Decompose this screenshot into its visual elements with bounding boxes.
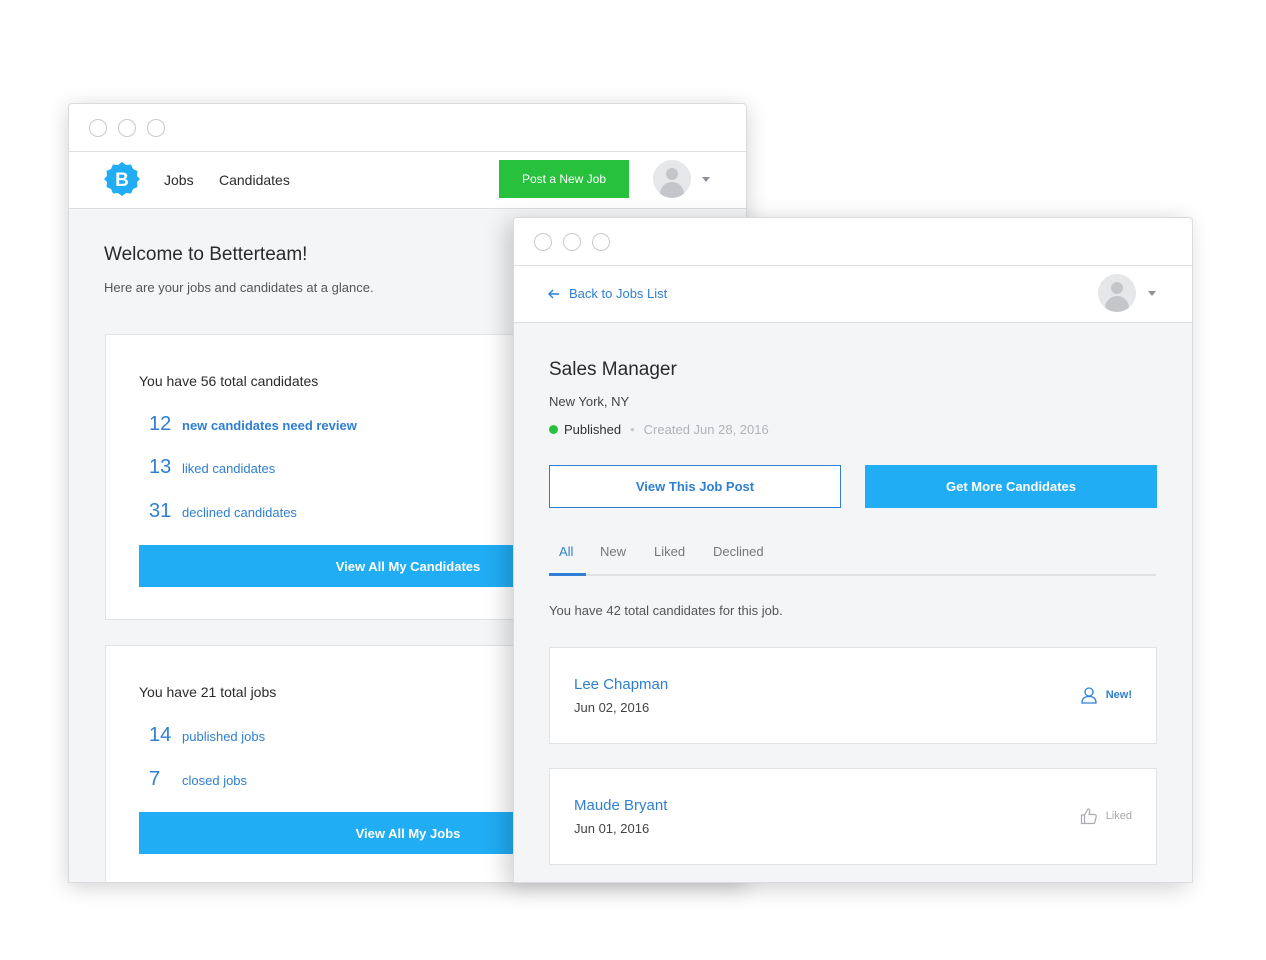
tab-all[interactable]: All <box>559 544 573 559</box>
created-date: Created Jun 28, 2016 <box>643 422 769 437</box>
window-maximize-icon[interactable] <box>147 119 165 137</box>
job-location: New York, NY <box>549 394 630 409</box>
status-badge: Published <box>564 422 622 437</box>
stat-declined-candidates[interactable]: 31 declined candidates <box>149 500 297 523</box>
status-badge: Liked <box>1080 807 1132 825</box>
back-to-jobs-link[interactable]: Back to Jobs List <box>548 286 667 301</box>
arrow-left-icon <box>548 289 559 298</box>
candidate-tabs: All New Liked Declined <box>549 534 1156 576</box>
chevron-down-icon[interactable] <box>702 177 710 182</box>
titlebar <box>69 104 746 152</box>
card-title: You have 56 total candidates <box>139 373 319 389</box>
stat-closed-jobs[interactable]: 7 closed jobs <box>149 768 247 791</box>
svg-text:B: B <box>115 170 129 191</box>
chevron-down-icon[interactable] <box>1148 291 1156 296</box>
active-tab-indicator <box>549 573 586 576</box>
stat-published-jobs[interactable]: 14 published jobs <box>149 724 265 747</box>
tab-declined[interactable]: Declined <box>713 544 764 559</box>
list-item[interactable]: Maude Bryant Jun 01, 2016 Liked <box>549 768 1157 865</box>
betterteam-logo-icon[interactable]: B <box>104 161 140 197</box>
avatar[interactable] <box>1098 274 1136 312</box>
page-subtitle: Here are your jobs and candidates at a g… <box>104 280 374 295</box>
stat-new-candidates[interactable]: 12 new candidates need review <box>149 413 357 436</box>
window-minimize-icon[interactable] <box>118 119 136 137</box>
thumbs-up-icon <box>1080 808 1097 825</box>
window-maximize-icon[interactable] <box>592 233 610 251</box>
top-nav: Back to Jobs List <box>514 266 1192 323</box>
get-more-candidates-button[interactable]: Get More Candidates <box>865 465 1157 508</box>
avatar[interactable] <box>653 160 691 198</box>
post-new-job-button[interactable]: Post a New Job <box>499 160 629 198</box>
titlebar <box>514 218 1192 266</box>
tab-liked[interactable]: Liked <box>654 544 685 559</box>
top-nav: B Jobs Candidates Post a New Job <box>69 152 746 209</box>
nav-candidates-link[interactable]: Candidates <box>219 172 290 188</box>
view-job-post-button[interactable]: View This Job Post <box>549 465 841 508</box>
card-title: You have 21 total jobs <box>139 684 277 700</box>
nav-jobs-link[interactable]: Jobs <box>164 172 194 188</box>
job-title: Sales Manager <box>549 359 677 380</box>
status-dot-icon <box>549 425 558 434</box>
list-item[interactable]: Lee Chapman Jun 02, 2016 New! <box>549 647 1157 744</box>
status-badge: New! <box>1080 686 1132 704</box>
job-status: Published • Created Jun 28, 2016 <box>549 422 769 437</box>
candidate-count: You have 42 total candidates for this jo… <box>549 603 783 618</box>
user-icon <box>1081 687 1097 704</box>
tab-new[interactable]: New <box>600 544 626 559</box>
candidate-date: Jun 01, 2016 <box>574 821 650 836</box>
candidate-name[interactable]: Maude Bryant <box>574 797 667 814</box>
stat-liked-candidates[interactable]: 13 liked candidates <box>149 456 275 479</box>
candidate-date: Jun 02, 2016 <box>574 700 650 715</box>
job-detail-window: Back to Jobs List Sales Manager New York… <box>513 217 1193 883</box>
window-close-icon[interactable] <box>89 119 107 137</box>
window-close-icon[interactable] <box>534 233 552 251</box>
window-minimize-icon[interactable] <box>563 233 581 251</box>
candidate-name[interactable]: Lee Chapman <box>574 676 668 693</box>
separator: • <box>630 422 635 437</box>
page-title: Welcome to Betterteam! <box>104 244 308 265</box>
